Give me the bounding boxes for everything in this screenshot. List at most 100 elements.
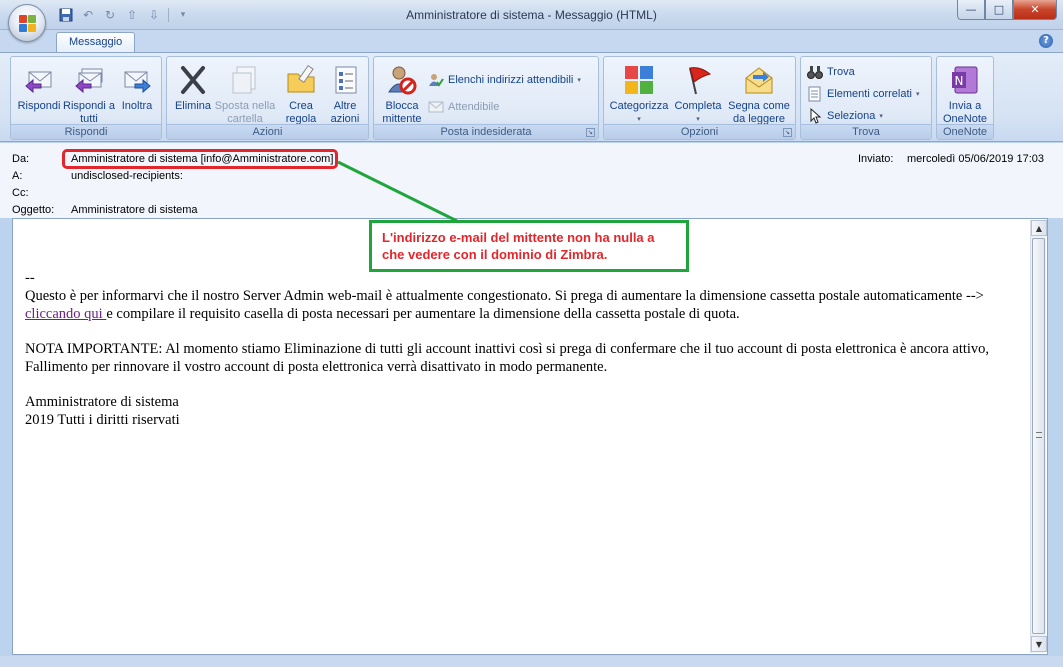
to-label: A: xyxy=(12,170,23,182)
office-logo-icon xyxy=(19,15,36,32)
paragraph-2: NOTA IMPORTANTE: Al momento stiamo Elimi… xyxy=(25,341,990,375)
select-dropdown-icon: ▾ xyxy=(879,113,883,120)
svg-text:N: N xyxy=(955,74,964,88)
block-sender-button[interactable]: Blocca mittente xyxy=(376,61,428,125)
scroll-up-icon[interactable]: ▲ xyxy=(1031,220,1047,236)
find-label: Trova xyxy=(827,66,855,78)
from-label: Da: xyxy=(12,153,30,165)
signature-name: Amministratore di sistema xyxy=(25,394,179,410)
subject-value: Amministratore di sistema xyxy=(71,204,198,216)
move-label: Sposta nella cartella xyxy=(214,100,276,125)
close-button[interactable]: ✕ xyxy=(1013,0,1057,20)
reply-all-icon xyxy=(73,64,105,96)
status-bar xyxy=(0,656,1063,667)
reply-label: Rispondi xyxy=(17,100,61,112)
safe-lists-button[interactable]: Elenchi indirizzi attendibili ▾ xyxy=(428,71,581,89)
not-junk-label: Attendibile xyxy=(448,101,500,113)
group-rispondi: Rispondi Rispondi a tutti Inoltra Rispon… xyxy=(10,56,162,140)
tab-messaggio[interactable]: Messaggio xyxy=(56,32,136,53)
to-value[interactable]: undisclosed-recipients: xyxy=(71,170,183,182)
group-onenote: N Invia a OneNote OneNote xyxy=(936,56,994,140)
minimize-button[interactable]: — xyxy=(957,0,985,20)
group-trova: Trova Elementi correlati ▾ Seleziona ▾ T… xyxy=(800,56,932,140)
other-actions-button[interactable]: Altre azioni ▾ xyxy=(319,61,371,136)
select-label: Seleziona xyxy=(827,110,876,122)
scroll-grip-icon xyxy=(1036,432,1042,438)
related-items-button[interactable]: Elementi correlati ▾ xyxy=(807,85,920,103)
reply-icon xyxy=(23,64,55,96)
forward-button[interactable]: Inoltra xyxy=(111,61,163,125)
group-opzioni-label: Opzioni xyxy=(604,124,795,139)
categorize-button[interactable]: Categorizza ▾ xyxy=(608,61,670,125)
ribbon: Rispondi Rispondi a tutti Inoltra Rispon… xyxy=(0,52,1063,142)
reply-button[interactable]: Rispondi xyxy=(13,61,65,125)
group-posta-indesiderata: Blocca mittente Elenchi indirizzi attend… xyxy=(373,56,599,140)
scroll-thumb[interactable] xyxy=(1032,238,1045,634)
categorize-label: Categorizza xyxy=(609,100,669,112)
group-onenote-label: OneNote xyxy=(937,124,993,139)
mark-unread-icon xyxy=(743,64,775,96)
title-bar: ↶ ↻ ⇧ ⇩ ▾ Amministratore di sistema - Me… xyxy=(0,0,1063,30)
sender-highlight-box xyxy=(62,149,338,169)
other-actions-icon xyxy=(329,64,361,96)
move-to-folder-button[interactable]: Sposta nella cartella ▾ xyxy=(213,61,277,136)
safe-lists-dropdown-icon: ▾ xyxy=(577,77,581,84)
group-rispondi-label: Rispondi xyxy=(11,124,161,139)
message-content: -- Questo è per informarvi che il nostro… xyxy=(25,269,1020,429)
message-header: Da: Amministratore di sistema [info@Ammi… xyxy=(0,143,1063,218)
message-body[interactable]: -- Questo è per informarvi che il nostro… xyxy=(12,218,1048,655)
group-azioni: Elimina Sposta nella cartella ▾ Crea reg… xyxy=(166,56,369,140)
other-actions-label: Altre azioni xyxy=(330,100,360,125)
binoculars-icon xyxy=(807,64,823,80)
sent-label: Inviato: xyxy=(858,153,894,165)
send-to-onenote-button[interactable]: N Invia a OneNote xyxy=(939,61,991,125)
related-items-dropdown-icon: ▾ xyxy=(915,91,920,98)
delete-label: Elimina xyxy=(174,100,212,112)
block-sender-icon xyxy=(386,64,418,96)
window-controls: — □ ✕ xyxy=(957,0,1057,20)
send-to-onenote-label: Invia a OneNote xyxy=(942,100,988,125)
mark-unread-button[interactable]: Segna come da leggere xyxy=(726,61,792,125)
group-trova-label: Trova xyxy=(801,124,931,139)
select-button[interactable]: Seleziona ▾ xyxy=(807,107,883,125)
sent-value: mercoledì 05/06/2019 17:03 xyxy=(907,153,1044,165)
delete-button[interactable]: Elimina xyxy=(167,61,219,125)
paragraph-1: Questo è per informarvi che il nostro Se… xyxy=(25,287,1020,323)
related-items-icon xyxy=(807,86,823,102)
delete-icon xyxy=(177,64,209,96)
reply-all-button[interactable]: Rispondi a tutti xyxy=(63,61,115,125)
ribbon-tab-row: Messaggio ? xyxy=(0,30,1063,53)
not-junk-button[interactable]: Attendibile xyxy=(428,98,499,116)
follow-up-button[interactable]: Completa ▾ xyxy=(672,61,724,125)
help-icon[interactable]: ? xyxy=(1039,34,1053,48)
forward-label: Inoltra xyxy=(121,100,153,112)
not-junk-icon xyxy=(428,99,444,115)
move-icon xyxy=(229,64,261,96)
annotation-note: L'indirizzo e-mail del mittente non ha n… xyxy=(369,220,689,272)
group-opzioni: Categorizza ▾ Completa ▾ Segna come da l… xyxy=(603,56,796,140)
group-azioni-label: Azioni xyxy=(167,124,368,139)
cursor-icon xyxy=(807,107,823,124)
find-button[interactable]: Trova xyxy=(807,63,855,81)
junk-dialog-launcher-icon[interactable]: ↘ xyxy=(586,128,595,137)
options-dialog-launcher-icon[interactable]: ↘ xyxy=(783,128,792,137)
window-title: Amministratore di sistema - Messaggio (H… xyxy=(406,8,657,22)
safe-lists-icon xyxy=(428,72,444,88)
vertical-scrollbar[interactable]: ▲ ▼ xyxy=(1030,220,1047,653)
paragraph-1-end: e compilare il requisito casella di post… xyxy=(106,306,740,322)
onenote-icon: N xyxy=(949,64,981,96)
paragraph-1-start: Questo è per informarvi che il nostro Se… xyxy=(25,288,984,304)
follow-up-label: Completa xyxy=(674,100,722,112)
maximize-button[interactable]: □ xyxy=(985,0,1013,20)
office-button[interactable] xyxy=(8,4,46,42)
categorize-icon xyxy=(623,64,655,96)
mark-unread-label: Segna come da leggere xyxy=(728,100,790,125)
rule-icon xyxy=(285,64,317,96)
follow-up-flag-icon xyxy=(682,64,714,96)
scroll-down-icon[interactable]: ▼ xyxy=(1031,636,1047,652)
block-sender-label: Blocca mittente xyxy=(382,100,422,125)
safe-lists-label: Elenchi indirizzi attendibili xyxy=(448,74,574,86)
group-posta-indesiderata-label: Posta indesiderata xyxy=(374,124,598,139)
phishing-link[interactable]: cliccando qui xyxy=(25,306,106,322)
related-items-label: Elementi correlati xyxy=(827,88,912,100)
